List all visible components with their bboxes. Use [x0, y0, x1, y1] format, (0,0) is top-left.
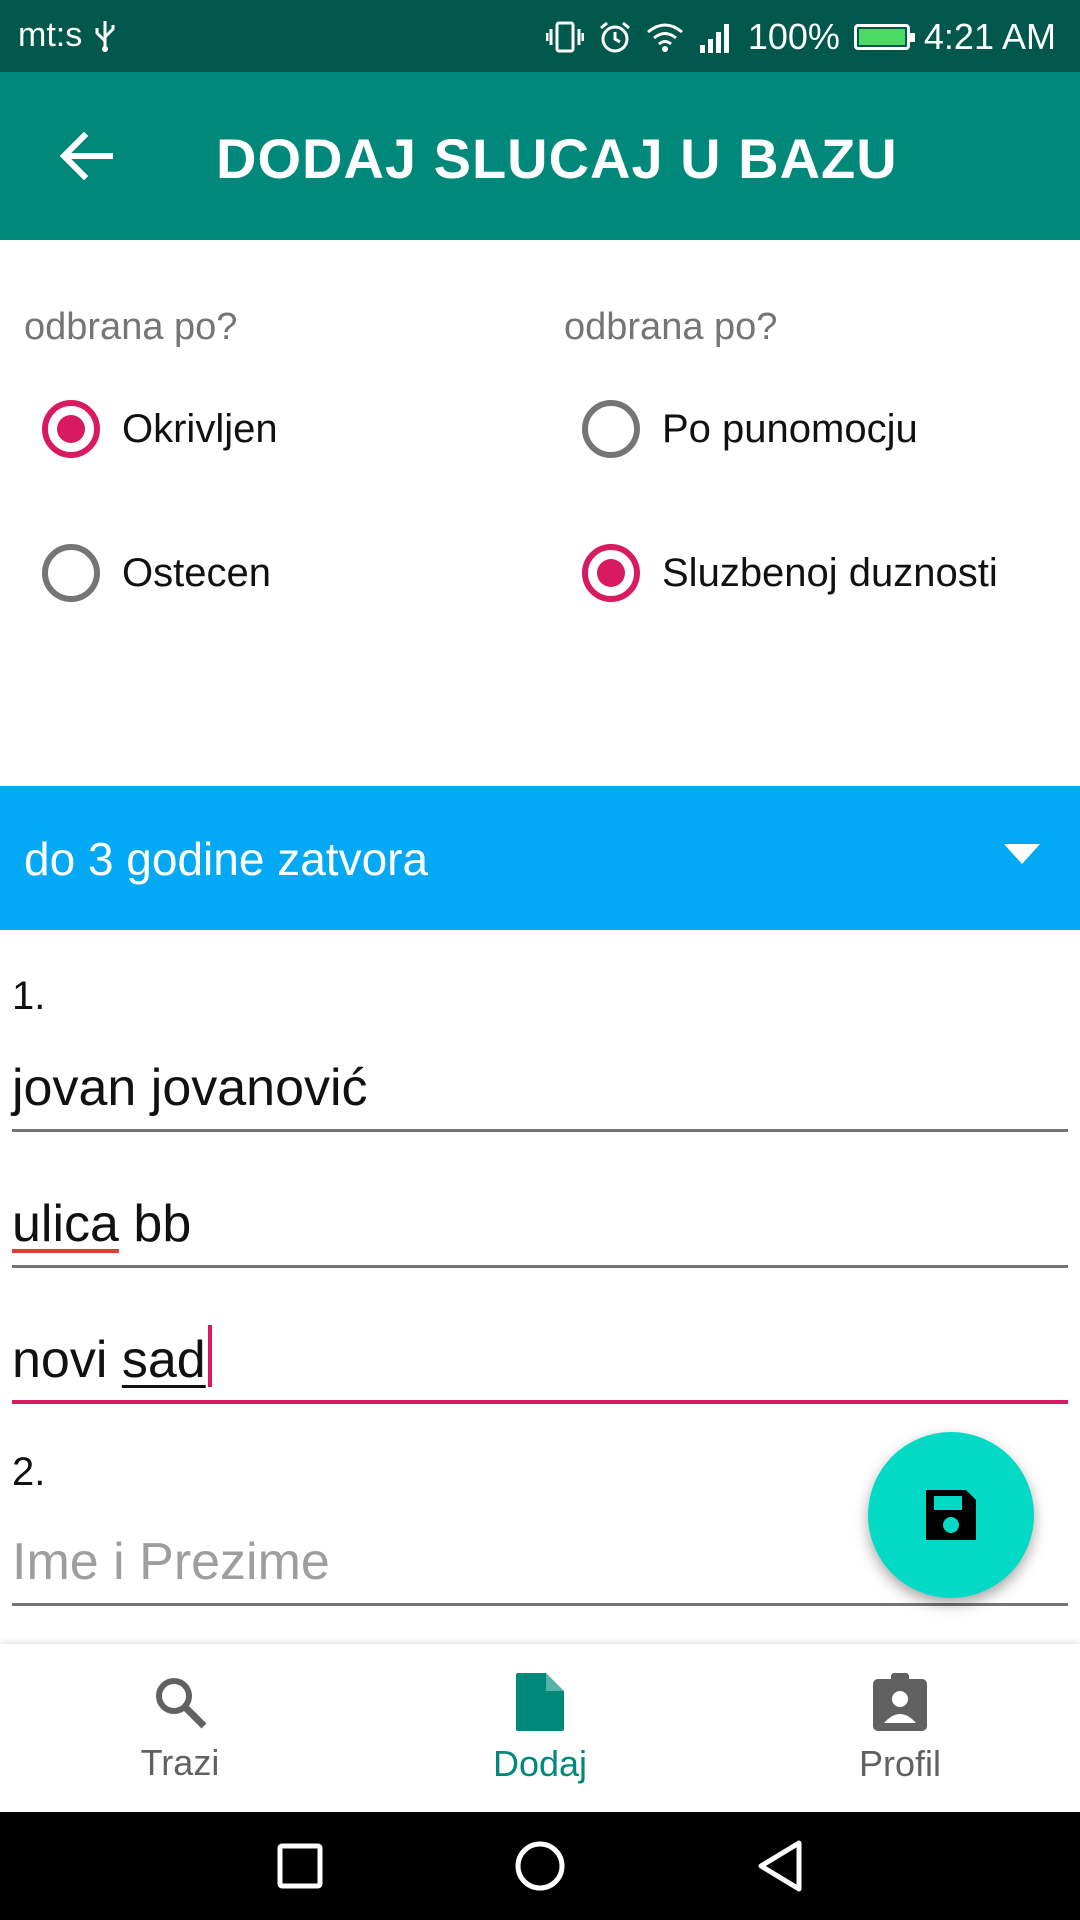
bottom-navigation: Trazi Dodaj Profil — [0, 1644, 1080, 1812]
radio-button[interactable] — [42, 544, 100, 602]
nav-label: Dodaj — [492, 1743, 588, 1784]
text-cursor — [207, 1325, 212, 1387]
status-bar: mt:s 100% 4:21 AM — [0, 0, 1080, 72]
radio-okrivljen[interactable]: Okrivljen — [42, 400, 278, 458]
battery-percent: 100% — [747, 16, 840, 57]
dropdown-selected-value: do 3 godine zatvora — [24, 833, 429, 885]
defense-group-label-2: odbrana po? — [564, 306, 778, 348]
field-underline — [12, 1603, 1068, 1606]
search-icon — [156, 1678, 207, 1729]
field-underline-focused — [12, 1400, 1068, 1404]
nav-item-trazi[interactable]: Trazi — [0, 1644, 360, 1812]
battery-level — [858, 29, 905, 45]
nav-item-profil[interactable]: Profil — [720, 1644, 1080, 1812]
document-icon — [516, 1673, 564, 1731]
radio-label: Ostecen — [122, 550, 271, 595]
defense-group-label-1: odbrana po? — [24, 306, 238, 348]
page-title: DODAJ SLUCAJ U BAZU — [216, 127, 898, 190]
field-underline — [12, 1129, 1068, 1132]
name-field-1[interactable]: jovan jovanović — [12, 1036, 1068, 1132]
city-value-word: sad — [121, 1331, 206, 1389]
name-value: jovan jovanović — [12, 1059, 368, 1117]
signal-icon — [699, 24, 729, 53]
radio-sluzbenoj-duznosti[interactable]: Sluzbenoj duznosti — [582, 544, 998, 602]
clock: 4:21 AM — [923, 16, 1056, 57]
radio-button[interactable] — [582, 400, 640, 458]
dropdown-arrow-icon — [1004, 844, 1040, 864]
alarm-icon — [599, 21, 630, 53]
carrier-label: mt:s — [18, 16, 83, 54]
wifi-icon — [646, 23, 683, 52]
save-fab-button[interactable] — [868, 1432, 1034, 1598]
address-value-word: ulica — [12, 1195, 119, 1253]
back-triangle-icon — [758, 1840, 802, 1892]
save-icon — [926, 1490, 976, 1540]
radio-po-punomocju[interactable]: Po punomocju — [582, 400, 918, 458]
recents-button[interactable] — [272, 1838, 328, 1894]
entry-number-2: 2. — [12, 1450, 46, 1494]
radio-button-checked[interactable] — [582, 544, 640, 602]
vibrate-icon — [545, 21, 584, 53]
radio-ostecen[interactable]: Ostecen — [42, 544, 271, 602]
city-field-1[interactable]: novi sad — [12, 1308, 1068, 1404]
arrow-back-icon — [59, 131, 113, 181]
app-bar: DODAJ SLUCAJ U BAZU — [0, 72, 1080, 240]
sentence-dropdown[interactable]: do 3 godine zatvora — [0, 786, 1080, 930]
entry-number-1: 1. — [12, 974, 46, 1018]
home-icon — [515, 1841, 565, 1891]
usb-icon — [95, 20, 115, 52]
address-field-1[interactable]: ulica bb — [12, 1172, 1068, 1268]
home-button[interactable] — [512, 1838, 568, 1894]
nav-item-dodaj[interactable]: Dodaj — [360, 1644, 720, 1812]
name-placeholder: Ime i Prezime — [12, 1533, 330, 1591]
field-underline — [12, 1265, 1068, 1268]
radio-button-checked[interactable] — [42, 400, 100, 458]
radio-label: Po punomocju — [662, 406, 918, 451]
nav-label: Trazi — [140, 1742, 220, 1783]
recents-icon — [277, 1843, 323, 1889]
clipboard-profile-icon — [873, 1673, 927, 1731]
system-navigation-bar — [0, 1812, 1080, 1920]
address-value-word: bb — [133, 1195, 192, 1253]
radio-label: Sluzbenoj duznosti — [662, 550, 998, 595]
radio-label: Okrivljen — [122, 406, 278, 451]
battery-icon — [853, 24, 915, 50]
back-nav-button[interactable] — [752, 1838, 808, 1894]
back-button[interactable] — [48, 118, 124, 194]
nav-label: Profil — [858, 1743, 942, 1784]
city-value-word: novi — [12, 1331, 108, 1389]
